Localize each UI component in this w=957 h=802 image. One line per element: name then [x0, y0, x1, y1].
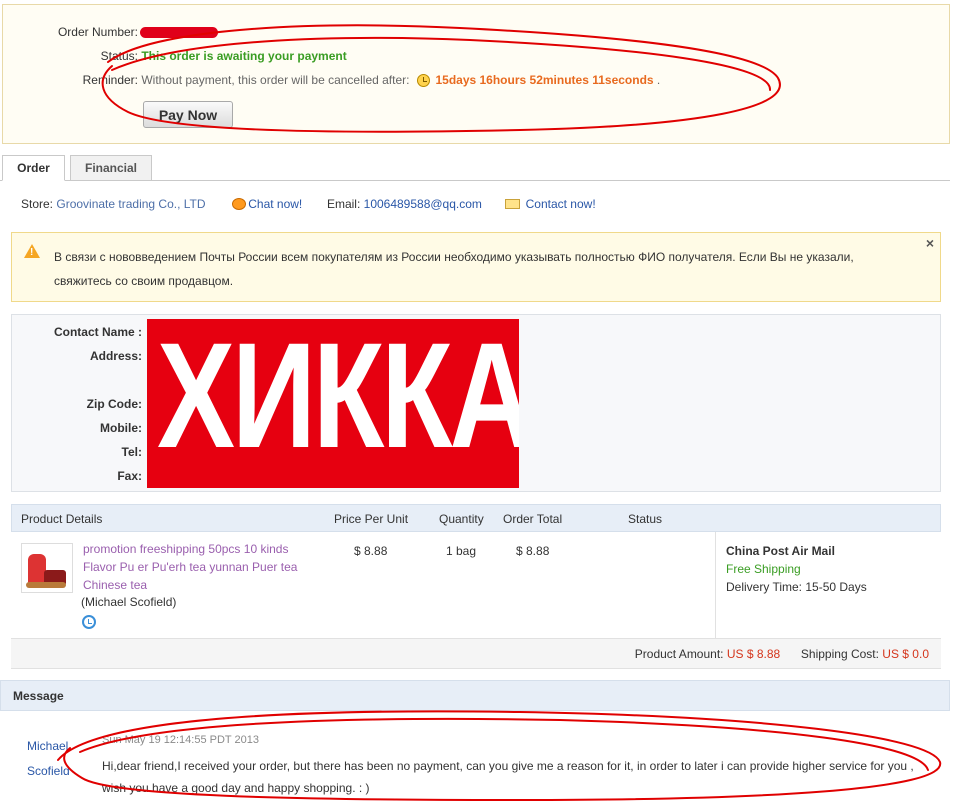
alarm-icon[interactable] [82, 615, 96, 629]
message-date: Sun May 19 12:14:55 PDT 2013 [102, 734, 259, 746]
status-row: Status: This order is awaiting your paym… [3, 49, 347, 63]
clock-icon [417, 74, 431, 87]
reminder-row: Reminder: Without payment, this order wi… [3, 73, 660, 87]
order-number-row: Order Number: [3, 25, 218, 39]
product-amount-label: Product Amount: [634, 647, 724, 661]
status-text: This order is awaiting your payment [141, 49, 347, 63]
store-name-link[interactable]: Groovinate trading Co., LTD [56, 197, 205, 211]
header-quantity: Quantity [439, 512, 484, 526]
tab-order[interactable]: Order [2, 155, 65, 181]
header-status: Status [628, 512, 663, 526]
shipping-method: China Post Air Mail [726, 544, 835, 558]
tab-financial[interactable]: Financial [70, 155, 152, 181]
buyer-name: (Michael Scofield) [81, 595, 177, 609]
email-link[interactable]: 1006489588@qq.com [364, 197, 482, 211]
redacted-order-number [140, 27, 218, 39]
sender-first-name[interactable]: Michael [27, 734, 87, 759]
delivery-time-value: 15-50 Days [805, 580, 867, 594]
chat-icon[interactable] [232, 198, 247, 210]
product-name-link[interactable]: promotion freeshipping 50pcs 10 kinds Fl… [83, 540, 323, 594]
order-summary: Order Number: Status: This order is awai… [2, 4, 950, 144]
header-price-per-unit: Price Per Unit [334, 512, 409, 526]
fax-label: Fax: [117, 469, 142, 483]
product-thumbnail[interactable] [21, 543, 73, 593]
header-order-total: Order Total [503, 512, 563, 526]
shipping-column: China Post Air Mail Free Shipping Delive… [715, 532, 941, 638]
delivery-time-label: Delivery Time: [726, 580, 803, 594]
countdown-timer: 15days 16hours 52minutes 11seconds [435, 73, 654, 87]
store-row: Store: Groovinate trading Co., LTD Chat … [21, 197, 596, 211]
message-header-label: Message [13, 689, 64, 703]
order-total: $ 8.88 [516, 544, 550, 558]
delivery-time: Delivery Time: 15-50 Days [726, 580, 867, 594]
chat-now-link[interactable]: Chat now! [248, 197, 302, 211]
header-product-details: Product Details [21, 512, 103, 526]
mobile-label: Mobile: [100, 421, 142, 435]
message-sender[interactable]: Michael Scofield [27, 734, 87, 784]
censor-text: ХИККА [157, 319, 519, 479]
tel-label: Tel: [121, 445, 142, 459]
countdown-suffix: . [656, 73, 661, 87]
message-body: Michael Scofield Sun May 19 12:14:55 PDT… [0, 711, 950, 802]
message-header: Message [0, 680, 950, 711]
store-label: Store: [21, 197, 54, 211]
notice-text: В связи с нововведением Почты России все… [54, 250, 854, 288]
table-row: promotion freeshipping 50pcs 10 kinds Fl… [11, 532, 941, 639]
order-number-label: Order Number: [57, 25, 138, 39]
status-label: Status: [100, 49, 138, 63]
email-label: Email: [326, 197, 361, 211]
shipping-cost: US $ 0.0 [882, 647, 929, 661]
shipping-cost-text: Free Shipping [726, 562, 801, 576]
product-table-header: Product Details Price Per Unit Quantity … [11, 504, 941, 532]
address-label: Address: [89, 349, 142, 363]
quantity: 1 bag [446, 544, 477, 558]
product-amount: US $ 8.88 [726, 647, 781, 661]
russia-post-notice: ! В связи с нововведением Почты России в… [11, 232, 941, 302]
pay-now-button[interactable]: Pay Now [143, 101, 233, 128]
totals-bar: Product Amount: US $ 8.88 Shipping Cost:… [11, 639, 941, 669]
sender-last-name[interactable]: Scofield [27, 759, 87, 784]
price-per-unit: $ 8.88 [354, 544, 388, 558]
reminder-label: Reminder: [82, 73, 138, 87]
mail-icon[interactable] [504, 199, 520, 209]
shipping-cost-label: Shipping Cost: [800, 647, 879, 661]
close-icon[interactable]: × [926, 235, 934, 251]
contact-name-label: Contact Name : [53, 325, 142, 339]
reminder-text: Without payment, this order will be canc… [141, 73, 410, 87]
shipping-address: Contact Name : Address: Zip Code: Mobile… [11, 314, 941, 492]
contact-now-link[interactable]: Contact now! [526, 197, 596, 211]
censor-overlay: ХИККА [147, 319, 519, 488]
warning-icon: ! [24, 244, 40, 258]
message-text: Hi,dear friend,I received your order, bu… [102, 759, 914, 795]
zip-code-label: Zip Code: [86, 397, 142, 411]
totals-row: Product Amount: US $ 8.88 Shipping Cost:… [635, 647, 929, 661]
